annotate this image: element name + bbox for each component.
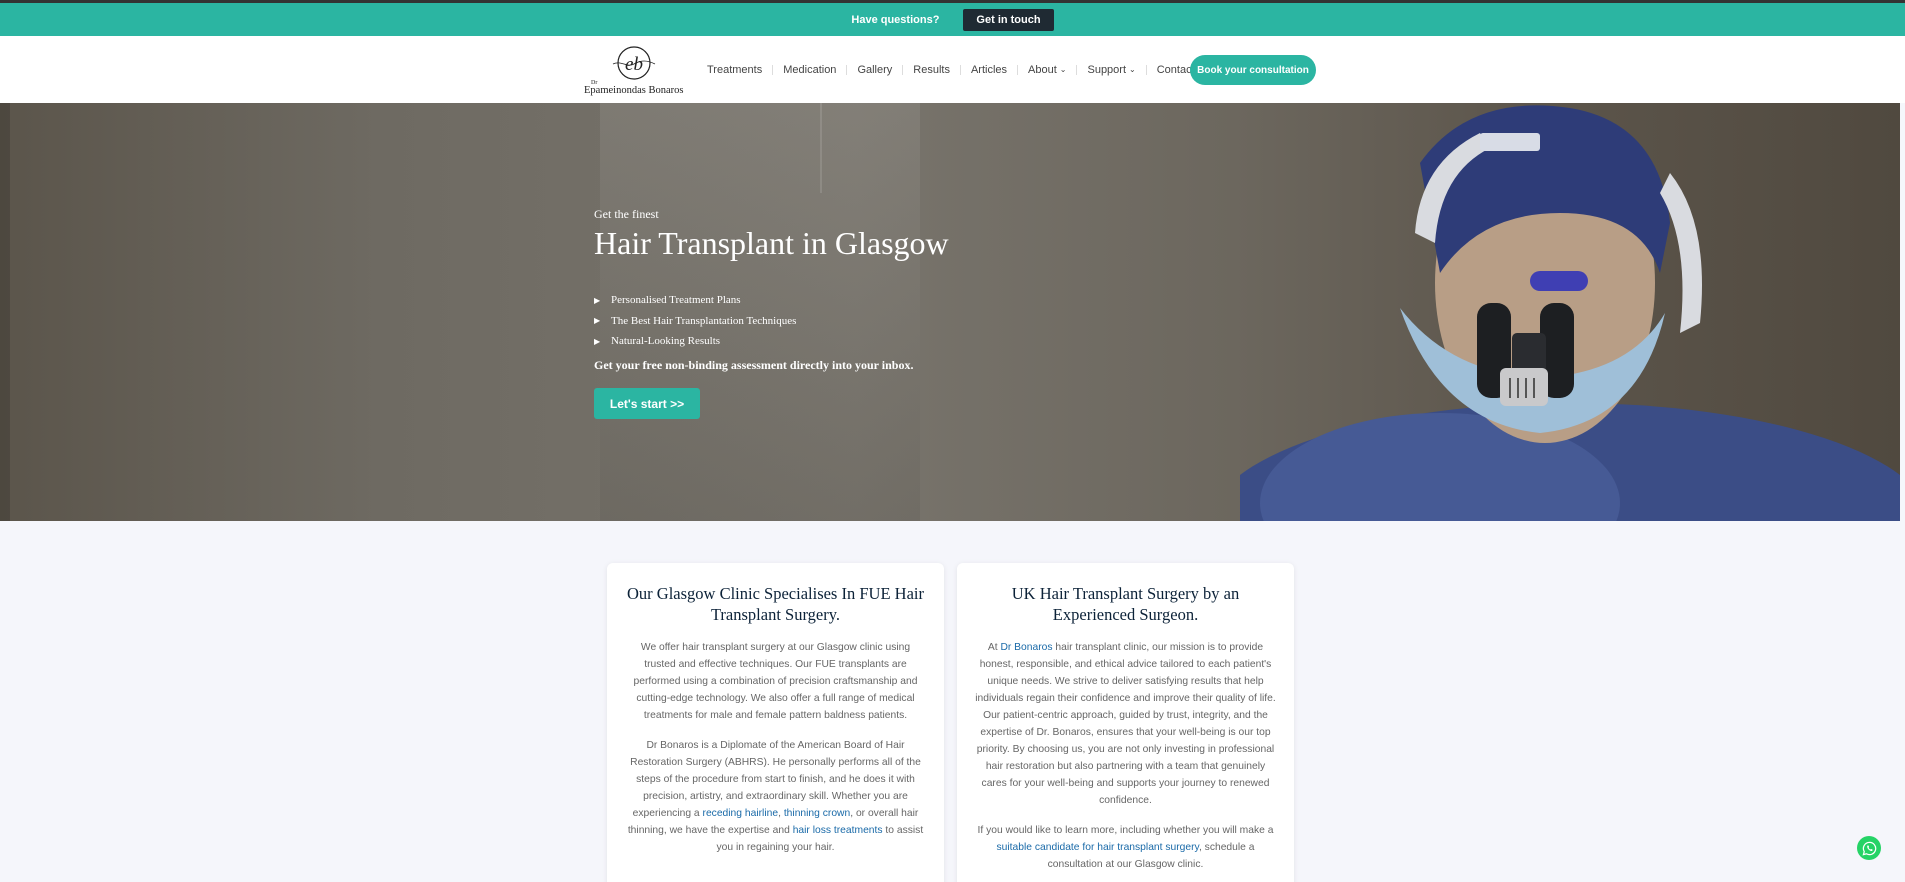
nav-label: Results <box>913 63 950 76</box>
nav-results[interactable]: Results <box>913 64 950 76</box>
nav-separator <box>846 64 848 75</box>
nav-treatments[interactable]: Treatments <box>707 64 762 76</box>
nav-label: Contact <box>1156 63 1195 76</box>
nav-label: Treatments <box>707 63 763 76</box>
card-paragraph: If you would like to learn more, includi… <box>975 822 1276 873</box>
nav-label: Gallery <box>857 63 893 76</box>
list-item: ▶ The Best Hair Transplantation Technique… <box>594 311 796 332</box>
nav-articles[interactable]: Articles <box>971 64 1007 76</box>
card-paragraph: We offer hair transplant surgery at our … <box>633 642 918 721</box>
whatsapp-button[interactable] <box>1857 836 1881 860</box>
list-item: ▶ Personalised Treatment Plans <box>594 290 796 311</box>
nav-label: Articles <box>970 63 1008 76</box>
caret-right-icon: ▶ <box>594 336 601 346</box>
bullet-text: Natural-Looking Results <box>611 335 721 348</box>
get-in-touch-button[interactable]: Get in touch <box>963 8 1054 31</box>
nav-medication[interactable]: Medication <box>783 64 836 76</box>
receding-hairline-link[interactable]: receding hairline <box>703 808 779 819</box>
hero-pretitle: Get the finest <box>594 207 659 221</box>
chevron-down-icon: ⌄ <box>1129 65 1136 74</box>
surgeon-info-card: UK Hair Transplant Surgery by an Experie… <box>957 563 1294 882</box>
hero-bullet-list: ▶ Personalised Treatment Plans ▶ The Best … <box>594 290 796 352</box>
nav-separator <box>772 64 774 75</box>
list-item: ▶ Natural-Looking Results <box>594 331 796 352</box>
main-nav: Treatments Medication Gallery Results Ar… <box>707 36 1195 103</box>
have-questions-text: Have questions? <box>851 13 940 26</box>
assessment-text: Get your free non-binding assessment dir… <box>594 358 914 372</box>
announcement-bar: Have questions? Get in touch <box>0 3 1905 36</box>
lets-start-button[interactable]: Let's start >> <box>594 388 700 419</box>
nav-label: Support <box>1087 63 1127 76</box>
logo-monogram-icon: eb <box>612 46 656 80</box>
card-title: UK Hair Transplant Surgery by an Experie… <box>1011 584 1240 624</box>
nav-separator <box>1145 64 1147 75</box>
clinic-info-card: Our Glasgow Clinic Specialises In FUE Ha… <box>607 563 944 882</box>
nav-support[interactable]: Support ⌄ <box>1087 64 1135 76</box>
text-span: At <box>987 642 1001 653</box>
card-title: Our Glasgow Clinic Specialises In FUE Ha… <box>627 584 924 624</box>
chevron-down-icon: ⌄ <box>1059 65 1067 74</box>
nav-separator <box>1076 64 1078 75</box>
nav-label: Medication <box>783 63 837 76</box>
bullet-text: Personalised Treatment Plans <box>611 294 741 307</box>
nav-contact[interactable]: Contact <box>1157 64 1195 76</box>
bullet-text: The Best Hair Transplantation Techniques <box>611 314 797 327</box>
thinning-crown-link[interactable]: thinning crown <box>784 808 850 819</box>
logo-name: Epameinondas Bonaros <box>584 85 684 96</box>
card-paragraph: At Dr Bonaros hair transplant clinic, ou… <box>975 639 1276 809</box>
hair-loss-treatments-link[interactable]: hair loss treatments <box>793 825 883 836</box>
nav-separator <box>902 64 904 75</box>
nav-gallery[interactable]: Gallery <box>857 64 892 76</box>
hero-content: Get the finest Hair Transplant in Glasgo… <box>594 103 1094 521</box>
nav-about[interactable]: About ⌄ <box>1028 64 1066 76</box>
whatsapp-icon <box>1862 841 1876 855</box>
card-paragraph: Dr Bonaros is a Diplomate of the America… <box>625 737 926 856</box>
caret-right-icon: ▶ <box>594 316 601 326</box>
nav-label: About <box>1028 63 1057 76</box>
logo[interactable]: eb Dr Epameinondas Bonaros <box>583 44 687 96</box>
text-span: If you would like to learn more, includi… <box>977 825 1274 836</box>
site-header: eb Dr Epameinondas Bonaros Treatments Me… <box>0 36 1905 103</box>
book-consultation-button[interactable]: Book your consultation <box>1190 55 1316 85</box>
surgeon-photo <box>1240 105 1900 521</box>
suitable-candidate-link[interactable]: suitable candidate for hair transplant s… <box>997 842 1199 853</box>
dr-bonaros-link[interactable]: Dr Bonaros <box>1000 642 1052 653</box>
svg-text:eb: eb <box>625 54 643 75</box>
hero-background-edge <box>0 103 10 521</box>
text-span: hair transplant clinic, our mission is t… <box>975 642 1276 806</box>
nav-separator <box>959 64 961 75</box>
hero-title: Hair Transplant in Glasgow <box>594 225 949 261</box>
caret-right-icon: ▶ <box>594 295 601 305</box>
nav-separator <box>1017 64 1019 75</box>
